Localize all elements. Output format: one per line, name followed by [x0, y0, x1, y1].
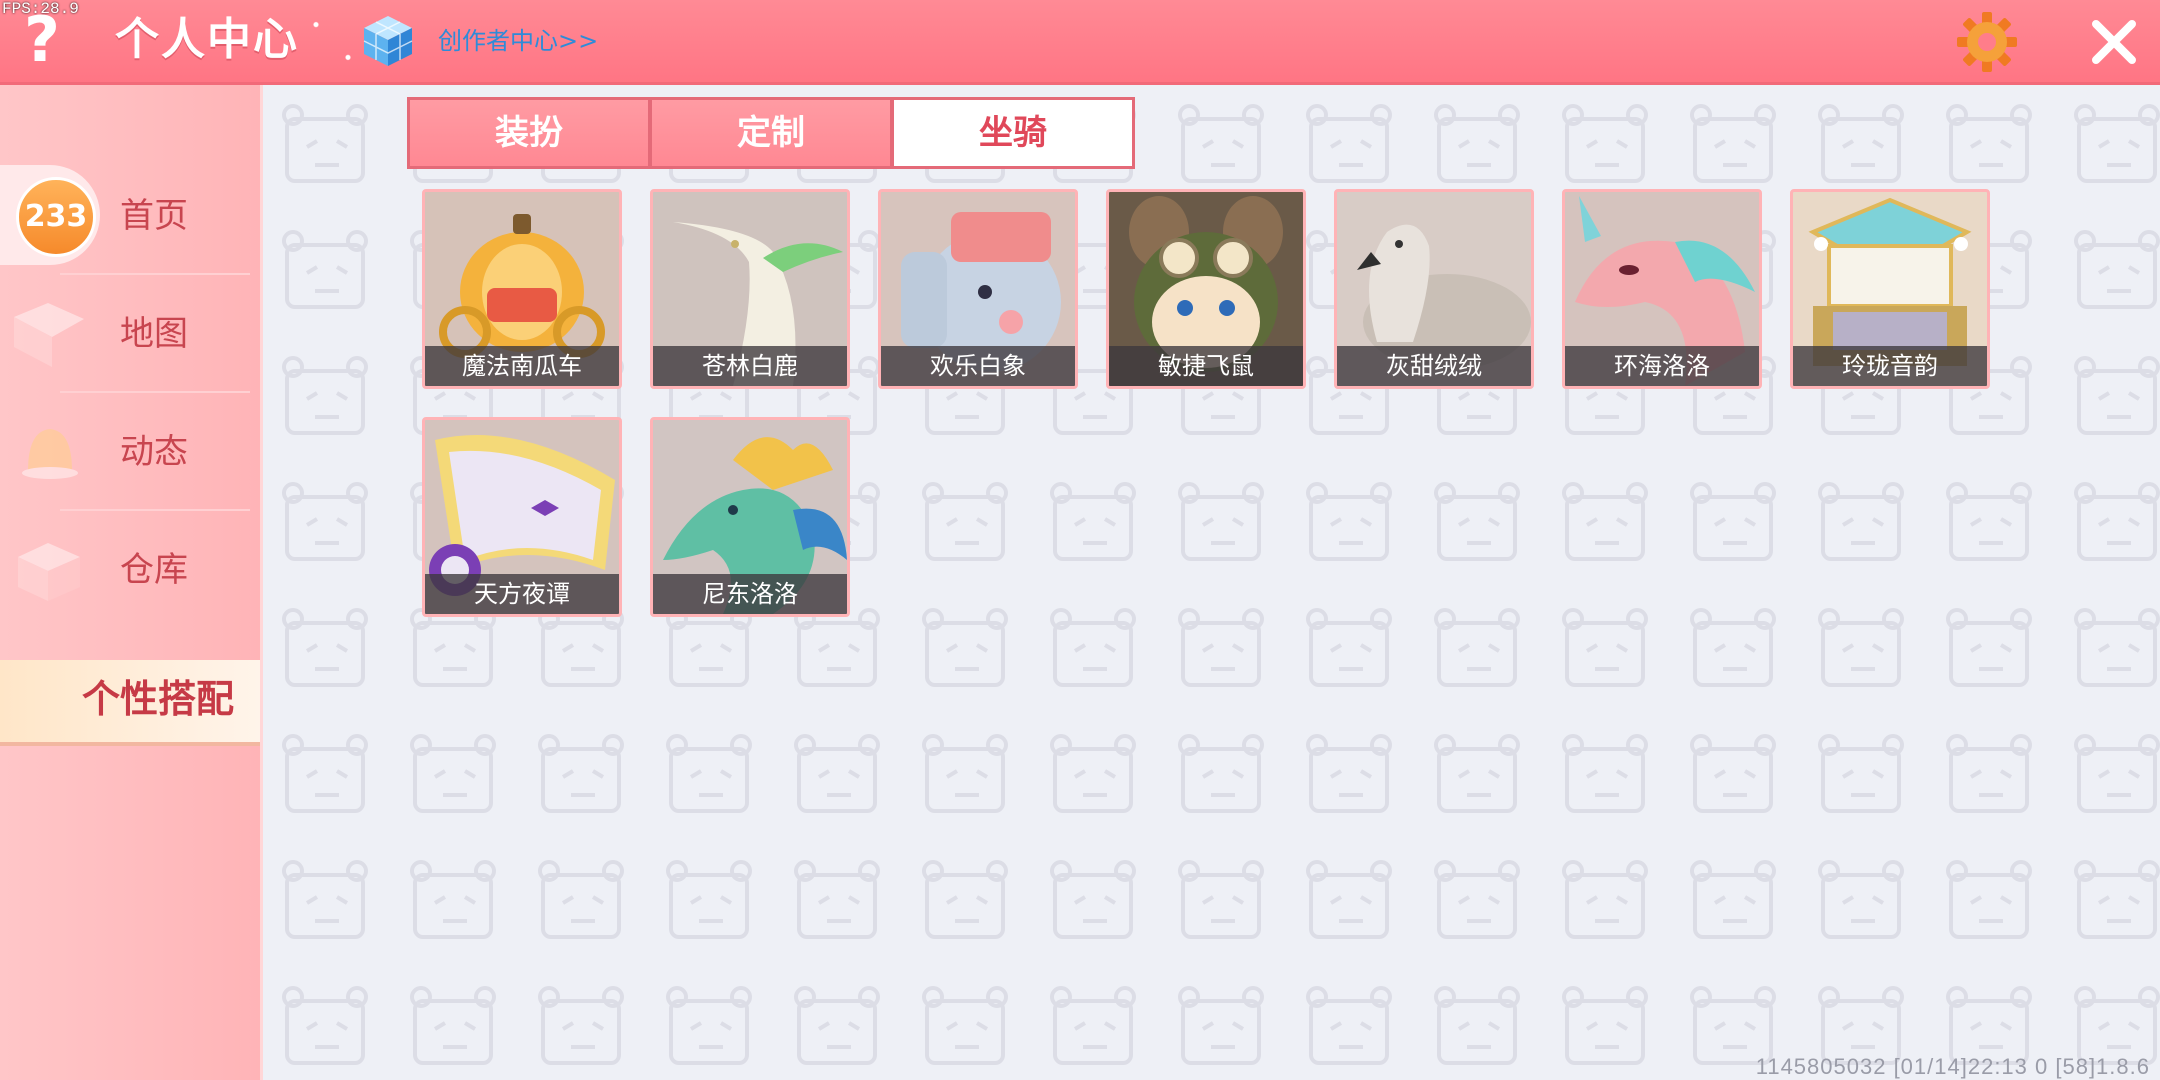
mount-card[interactable]: 魔法南瓜车: [422, 189, 622, 389]
mount-card[interactable]: 欢乐白象: [878, 189, 1078, 389]
creator-center-link[interactable]: 创作者中心>>: [438, 24, 598, 58]
sidebar-item-label: 地图: [120, 314, 188, 354]
mount-card[interactable]: 灰甜绒绒: [1334, 189, 1534, 389]
sidebar-item-home[interactable]: 首页: [0, 157, 260, 275]
map-icon: [14, 303, 84, 367]
mount-name: 玲珑音韵: [1793, 346, 1987, 386]
mount-card[interactable]: 尼东洛洛: [650, 417, 850, 617]
fps-counter: FPS:28.9: [2, 0, 79, 18]
mount-name: 欢乐白象: [881, 346, 1075, 386]
sidebar: 233 首页 地图 动态 仓库 个性搭配: [0, 85, 263, 1080]
mount-name: 天方夜谭: [425, 574, 619, 614]
sidebar-item-outfit[interactable]: 个性搭配: [0, 660, 260, 746]
mount-card[interactable]: 玲珑音韵: [1790, 189, 1990, 389]
header-bar: ? 个人中心 创作者中心>>: [0, 0, 2160, 85]
gear-icon[interactable]: [1955, 10, 2019, 74]
mount-name: 尼东洛洛: [653, 574, 847, 614]
cube-icon: [363, 16, 413, 66]
sidebar-item-label: 仓库: [120, 550, 188, 590]
mount-name: 灰甜绒绒: [1337, 346, 1531, 386]
tab-custom[interactable]: 定制: [649, 97, 893, 169]
sidebar-item-storage[interactable]: 仓库: [0, 511, 260, 629]
mount-card[interactable]: 敏捷飞鼠: [1106, 189, 1306, 389]
mount-card[interactable]: 环海洛洛: [1562, 189, 1762, 389]
mount-card[interactable]: 天方夜谭: [422, 417, 622, 617]
bell-icon: [22, 429, 78, 479]
mount-name: 敏捷飞鼠: [1109, 346, 1303, 386]
sidebar-item-label: 首页: [120, 196, 188, 236]
mount-name: 环海洛洛: [1565, 346, 1759, 386]
mount-name: 魔法南瓜车: [425, 346, 619, 386]
sidebar-item-map[interactable]: 地图: [0, 275, 260, 393]
close-icon[interactable]: [2086, 14, 2142, 70]
tab-outfit[interactable]: 装扮: [407, 97, 651, 169]
page-title: 个人中心: [115, 14, 299, 65]
sidebar-item-label: 个性搭配: [82, 677, 235, 721]
main-content: 装扮 定制 坐骑 魔法南瓜车 苍林白鹿 欢乐白象 敏捷飞鼠 灰甜绒绒 环海洛洛 …: [263, 85, 2160, 1080]
mount-card[interactable]: 苍林白鹿: [650, 189, 850, 389]
tab-mount[interactable]: 坐骑: [891, 97, 1135, 169]
build-info: 1145805032 [01/14]22:13 0 [58]1.8.6: [1755, 1054, 2150, 1079]
sidebar-item-feed[interactable]: 动态: [0, 393, 260, 511]
mount-name: 苍林白鹿: [653, 346, 847, 386]
sidebar-item-label: 动态: [120, 432, 188, 472]
storage-icon: [18, 543, 80, 601]
